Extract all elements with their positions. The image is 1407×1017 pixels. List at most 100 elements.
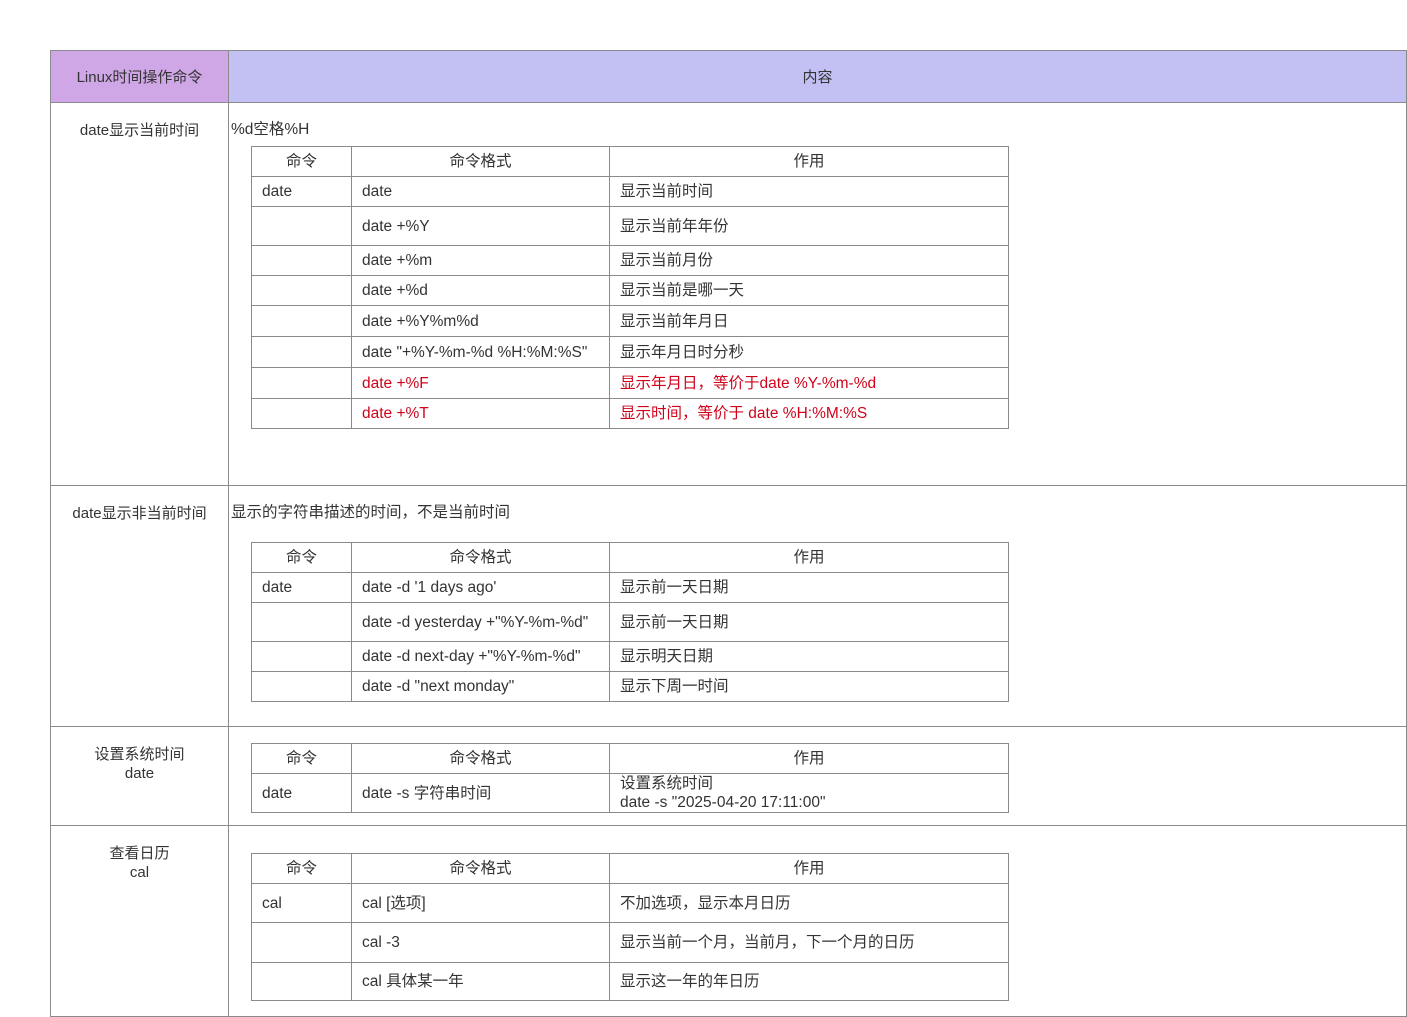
use-cell: 设置系统时间 date -s "2025-04-20 17:11:00"	[609, 773, 1009, 813]
cmd-cell	[251, 305, 352, 337]
section-content: 显示的字符串描述的时间，不是当前时间 命令 命令格式 作用 date date …	[228, 485, 1407, 727]
use-cell: 显示下周一时间	[609, 671, 1009, 702]
format-cell: cal [选项]	[351, 883, 610, 923]
format-cell: date +%m	[351, 245, 610, 276]
format-cell: date +%F	[351, 367, 610, 399]
inner-header-use: 作用	[609, 146, 1009, 177]
table-row: date "+%Y-%m-%d %H:%M:%S" 显示年月日时分秒	[251, 336, 1009, 368]
format-cell: date +%T	[351, 398, 610, 429]
inner-header-row: 命令 命令格式 作用	[251, 146, 1009, 177]
use-cell: 显示年月日时分秒	[609, 336, 1009, 368]
section-content: %d空格%H 命令 命令格式 作用 date date 显示当前时间 date …	[228, 102, 1407, 486]
format-cell: cal 具体某一年	[351, 962, 610, 1001]
section-description: 显示的字符串描述的时间，不是当前时间	[231, 504, 511, 521]
table-row: date +%d 显示当前是哪一天	[251, 275, 1009, 306]
use-cell: 显示当前是哪一天	[609, 275, 1009, 306]
header-row: Linux时间操作命令 内容	[50, 50, 1407, 103]
format-cell: date -d '1 days ago'	[351, 572, 610, 603]
use-cell: 显示当前一个月，当前月，下一个月的日历	[609, 922, 1009, 963]
format-cell: date +%Y%m%d	[351, 305, 610, 337]
format-cell: date -d yesterday +"%Y-%m-%d"	[351, 602, 610, 642]
inner-header-row: 命令 命令格式 作用	[251, 853, 1009, 884]
inner-header-use: 作用	[609, 743, 1009, 774]
cmd-cell: cal	[251, 883, 352, 923]
inner-header-format: 命令格式	[351, 853, 610, 884]
use-cell: 显示前一天日期	[609, 602, 1009, 642]
use-cell: 显示当前年月日	[609, 305, 1009, 337]
inner-header-format: 命令格式	[351, 542, 610, 573]
table-row: date -d "next monday" 显示下周一时间	[251, 671, 1009, 702]
table-row: date +%Y 显示当前年年份	[251, 206, 1009, 246]
format-cell: date	[351, 176, 610, 207]
section-content: 命令 命令格式 作用 date date -s 字符串时间 设置系统时间 dat…	[228, 726, 1407, 826]
section-row-current-time: date显示当前时间 %d空格%H 命令 命令格式 作用 date date 显…	[50, 102, 1407, 486]
use-cell: 显示年月日，等价于date %Y-%m-%d	[609, 367, 1009, 399]
table-row-highlighted: date +%T 显示时间，等价于 date %H:%M:%S	[251, 398, 1009, 429]
table-row: date +%Y%m%d 显示当前年月日	[251, 305, 1009, 337]
cmd-cell: date	[251, 572, 352, 603]
table-row: date date -d '1 days ago' 显示前一天日期	[251, 572, 1009, 603]
use-cell: 显示当前月份	[609, 245, 1009, 276]
cmd-cell: date	[251, 176, 352, 207]
use-line1: 设置系统时间	[620, 775, 714, 792]
table-row: date -d next-day +"%Y-%m-%d" 显示明天日期	[251, 641, 1009, 672]
table-row: date date 显示当前时间	[251, 176, 1009, 207]
table-row: cal cal [选项] 不加选项，显示本月日历	[251, 883, 1009, 923]
inner-header-row: 命令 命令格式 作用	[251, 542, 1009, 573]
cmd-cell: date	[251, 773, 352, 813]
section-content: 命令 命令格式 作用 cal cal [选项] 不加选项，显示本月日历 cal …	[228, 825, 1407, 1017]
use-cell: 显示当前年年份	[609, 206, 1009, 246]
section-label: 查看日历 cal	[50, 825, 229, 1017]
format-cell: date -d "next monday"	[351, 671, 610, 702]
section-description: %d空格%H	[231, 121, 310, 138]
inner-header-cmd: 命令	[251, 542, 352, 573]
inner-header-cmd: 命令	[251, 743, 352, 774]
section-label-line2: date	[124, 765, 155, 782]
format-cell: date -d next-day +"%Y-%m-%d"	[351, 641, 610, 672]
table-row: date -d yesterday +"%Y-%m-%d" 显示前一天日期	[251, 602, 1009, 642]
table-row-highlighted: date +%F 显示年月日，等价于date %Y-%m-%d	[251, 367, 1009, 399]
inner-header-cmd: 命令	[251, 853, 352, 884]
inner-header-use: 作用	[609, 853, 1009, 884]
section-row-non-current-time: date显示非当前时间 显示的字符串描述的时间，不是当前时间 命令 命令格式 作…	[50, 485, 1407, 727]
section-label: 设置系统时间 date	[50, 726, 229, 826]
use-cell: 显示明天日期	[609, 641, 1009, 672]
inner-header-format: 命令格式	[351, 743, 610, 774]
cmd-cell	[251, 336, 352, 368]
use-cell: 不加选项，显示本月日历	[609, 883, 1009, 923]
inner-header-row: 命令 命令格式 作用	[251, 743, 1009, 774]
cmd-cell	[251, 602, 352, 642]
table-row: date +%m 显示当前月份	[251, 245, 1009, 276]
cmd-cell	[251, 206, 352, 246]
cmd-cell	[251, 671, 352, 702]
command-table: 命令 命令格式 作用 cal cal [选项] 不加选项，显示本月日历 cal …	[251, 853, 1009, 1001]
format-cell: date -s 字符串时间	[351, 773, 610, 813]
section-label-line1: 查看日历	[109, 845, 170, 862]
section-label: date显示当前时间	[50, 102, 229, 486]
table-row: cal 具体某一年 显示这一年的年日历	[251, 962, 1009, 1001]
cmd-cell	[251, 398, 352, 429]
use-cell: 显示这一年的年日历	[609, 962, 1009, 1001]
cmd-cell	[251, 367, 352, 399]
section-row-set-time: 设置系统时间 date 命令 命令格式 作用 date date -s 字符串时…	[50, 726, 1407, 826]
inner-header-format: 命令格式	[351, 146, 610, 177]
use-cell: 显示前一天日期	[609, 572, 1009, 603]
format-cell: date +%Y	[351, 206, 610, 246]
cmd-cell	[251, 922, 352, 963]
inner-header-cmd: 命令	[251, 146, 352, 177]
command-table: 命令 命令格式 作用 date date 显示当前时间 date +%Y 显示当…	[251, 146, 1009, 429]
linux-time-commands-table: Linux时间操作命令 内容 date显示当前时间 %d空格%H 命令 命令格式…	[50, 50, 1407, 1017]
cmd-cell	[251, 962, 352, 1001]
section-row-calendar: 查看日历 cal 命令 命令格式 作用 cal cal [选项] 不加选项，显示…	[50, 825, 1407, 1017]
header-content-column: 内容	[228, 50, 1407, 103]
section-label-line2: cal	[129, 864, 150, 881]
command-table: 命令 命令格式 作用 date date -d '1 days ago' 显示前…	[251, 542, 1009, 702]
section-label: date显示非当前时间	[50, 485, 229, 727]
format-cell: date +%d	[351, 275, 610, 306]
table-row: cal -3 显示当前一个月，当前月，下一个月的日历	[251, 922, 1009, 963]
header-command-column: Linux时间操作命令	[50, 50, 229, 103]
inner-header-use: 作用	[609, 542, 1009, 573]
use-cell: 显示时间，等价于 date %H:%M:%S	[609, 398, 1009, 429]
use-line2: date -s "2025-04-20 17:11:00"	[620, 794, 826, 811]
cmd-cell	[251, 641, 352, 672]
